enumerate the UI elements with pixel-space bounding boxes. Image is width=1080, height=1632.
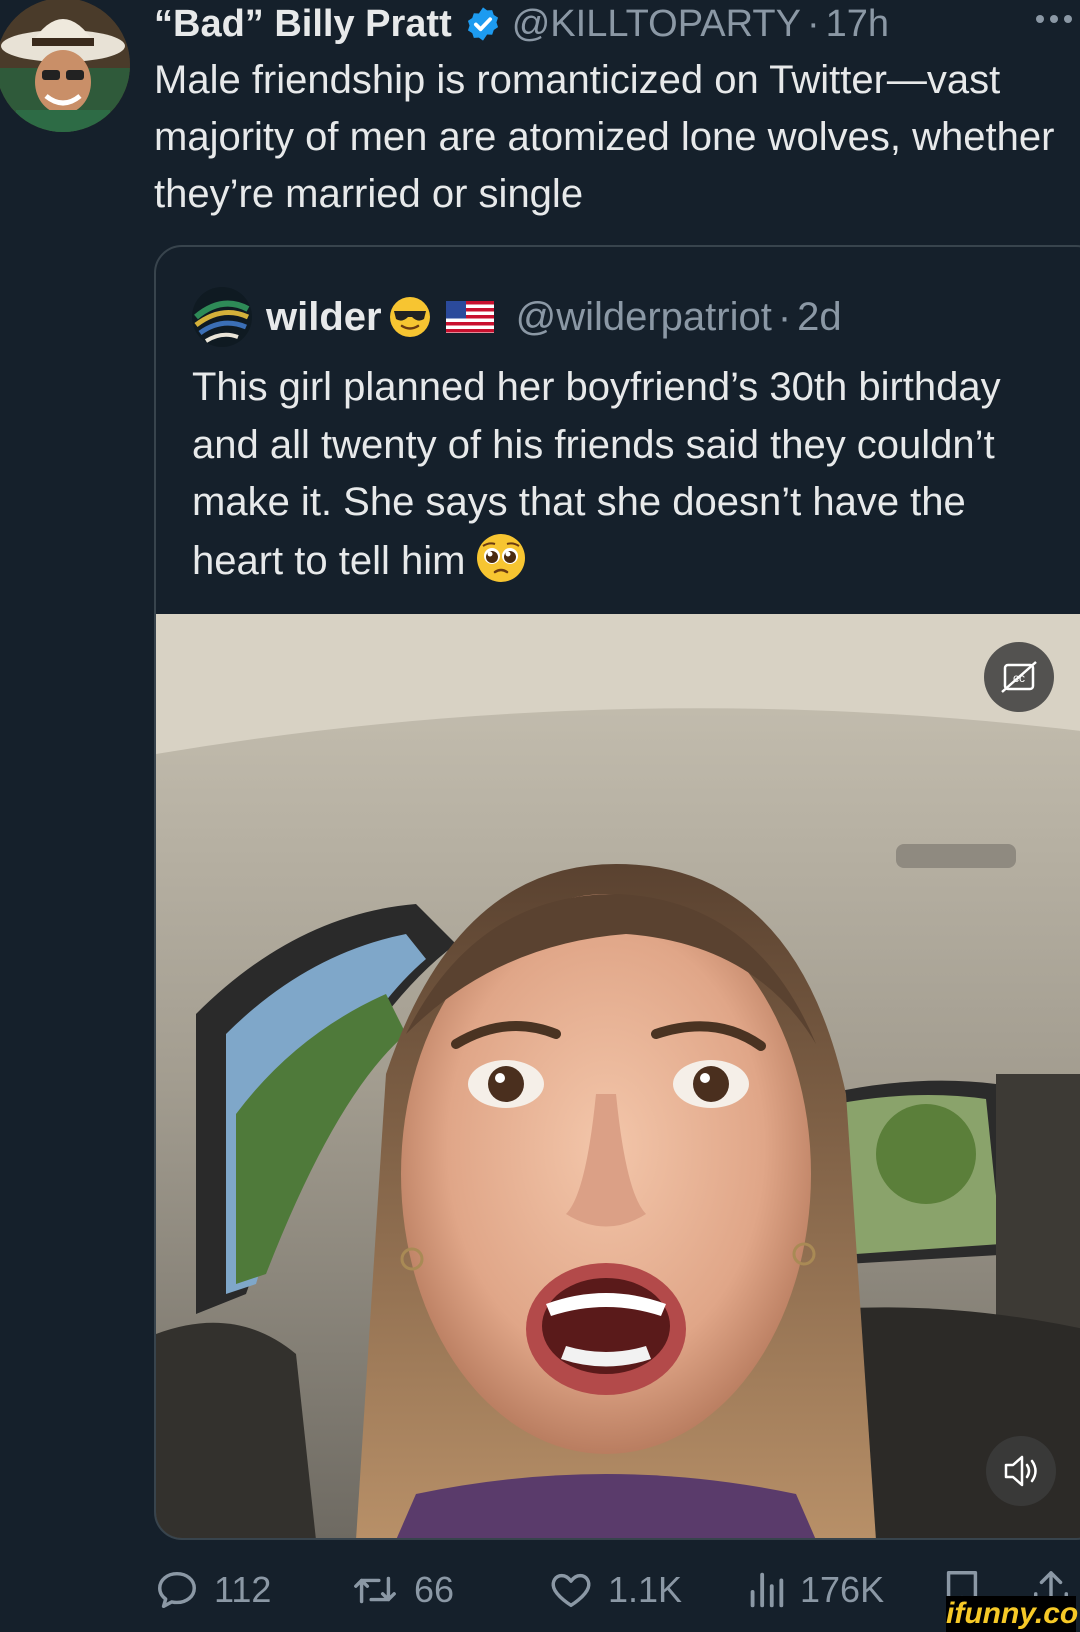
quoted-tweet-card[interactable]: wilder @wilderpatriot · 2d This girl pla…: [154, 245, 1080, 1540]
video-frame-image: [156, 614, 1080, 1538]
sunglasses-emoji-icon: [389, 297, 430, 337]
captions-off-icon: cc: [1001, 661, 1037, 693]
quoted-tweet-timestamp: 2d: [797, 294, 842, 339]
header-separator: ·: [806, 2, 820, 45]
quoted-author-display-name: wilder: [266, 294, 382, 339]
heart-icon: [551, 1573, 591, 1608]
quoted-author-handle: @wilderpatriot: [515, 294, 772, 339]
like-button[interactable]: 1.1K: [548, 1560, 682, 1620]
author-handle[interactable]: @KILLTOPARTY: [512, 3, 801, 46]
retweet-count: 66: [414, 1569, 455, 1610]
tweet-timestamp[interactable]: 17h: [826, 3, 889, 46]
retweet-button[interactable]: 66: [350, 1560, 454, 1620]
more-options-icon[interactable]: [1032, 4, 1076, 34]
views-count: 176K: [800, 1569, 885, 1610]
quoted-author-avatar: [192, 287, 252, 347]
quoted-tweet-header: wilder @wilderpatriot · 2d: [192, 287, 842, 347]
ifunny-watermark: ifunny.co: [946, 1596, 1079, 1632]
reply-count: 112: [214, 1569, 272, 1610]
speaker-muted-icon: [1004, 1455, 1037, 1487]
us-flag-icon: [445, 301, 494, 333]
like-count: 1.1K: [608, 1569, 683, 1610]
quoted-tweet-text-block: This girl planned her boyfriend’s 30th b…: [192, 359, 1052, 590]
reply-icon: [158, 1571, 196, 1609]
verified-badge-icon: [467, 7, 498, 41]
pleading-face-emoji-icon: [477, 533, 526, 582]
unmute-button[interactable]: [986, 1436, 1056, 1506]
author-display-name[interactable]: “Bad” Billy Pratt: [154, 3, 452, 46]
tweet-header: “Bad” Billy Pratt @KILLTOPARTY · 17h: [154, 0, 1080, 48]
reply-button[interactable]: 112: [154, 1560, 271, 1620]
quoted-header-separator: ·: [777, 294, 792, 339]
quoted-tweet-text: This girl planned her boyfriend’s 30th b…: [192, 365, 1001, 583]
author-avatar[interactable]: [0, 0, 130, 132]
retweet-icon: [354, 1576, 396, 1604]
tweet-text: Male friendship is romanticized on Twitt…: [154, 58, 1055, 216]
video-player[interactable]: cc: [156, 614, 1080, 1538]
views-button[interactable]: 176K: [746, 1560, 884, 1620]
tweet-action-bar: 112 66 1.1K 176K: [0, 1560, 1080, 1620]
views-chart-icon: [750, 1572, 784, 1608]
captions-button[interactable]: cc: [984, 642, 1054, 712]
